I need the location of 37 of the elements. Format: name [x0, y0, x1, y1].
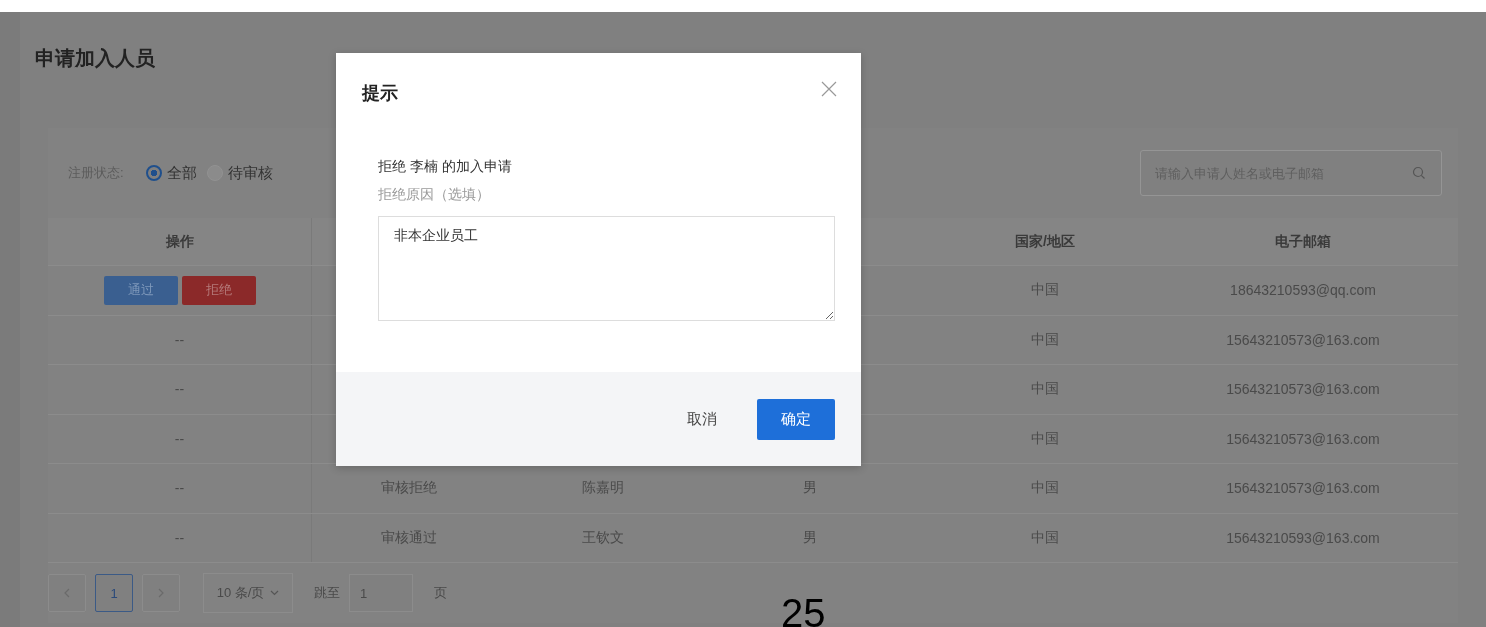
previous-page-button[interactable] [48, 574, 86, 612]
radio-label[interactable]: 全部 [166, 163, 197, 183]
table-cell: -- [174, 480, 185, 497]
table-cell: 15643210573@163.com [1226, 480, 1380, 497]
close-icon[interactable] [821, 81, 837, 97]
table-cell: -- [174, 529, 185, 546]
reason-field[interactable]: 非本企业员工 [378, 216, 835, 321]
column-header: 国家/地区 [1015, 232, 1075, 251]
dialog-title: 提示 [362, 82, 398, 105]
table-cell: 男 [803, 528, 817, 547]
next-page-button[interactable] [142, 574, 180, 612]
table-cell: 15643210573@163.com [1226, 381, 1380, 398]
page-title: 申请加入人员 [35, 46, 155, 71]
reason-label: 拒绝原因（选填） [378, 186, 491, 204]
confirm-button[interactable]: 确定 [757, 398, 835, 440]
table-cell: -- [174, 430, 185, 447]
reject-button[interactable]: 拒绝 [181, 275, 256, 305]
table-cell: 15643210573@163.com [1226, 331, 1380, 348]
table-cell: 15643210573@163.com [1226, 430, 1380, 447]
page-button[interactable]: 1 [95, 574, 133, 612]
column-header: 操作 [165, 232, 194, 251]
page-suffix: 页 [434, 584, 447, 602]
table-cell: 15643210593@163.com [1226, 529, 1380, 546]
radio-button[interactable] [145, 165, 162, 181]
page-size-select[interactable]: 10 条/页 [203, 573, 293, 613]
page-number: 25 [781, 593, 826, 627]
table-cell: 18643210593@qq.com [1230, 282, 1376, 299]
dialog-message: 拒绝 李楠 的加入申请 [378, 157, 513, 176]
table-cell: -- [174, 331, 185, 348]
caret-icon [270, 590, 280, 596]
column-header: 电子邮箱 [1275, 232, 1331, 251]
approve-button[interactable]: 通过 [103, 275, 178, 305]
cancel-button[interactable]: 取消 [663, 398, 741, 440]
search-icon [1412, 166, 1426, 180]
table-cell: -- [174, 381, 185, 398]
table-cell: 男 [803, 479, 817, 498]
radio-label[interactable]: 待审核 [227, 163, 273, 183]
